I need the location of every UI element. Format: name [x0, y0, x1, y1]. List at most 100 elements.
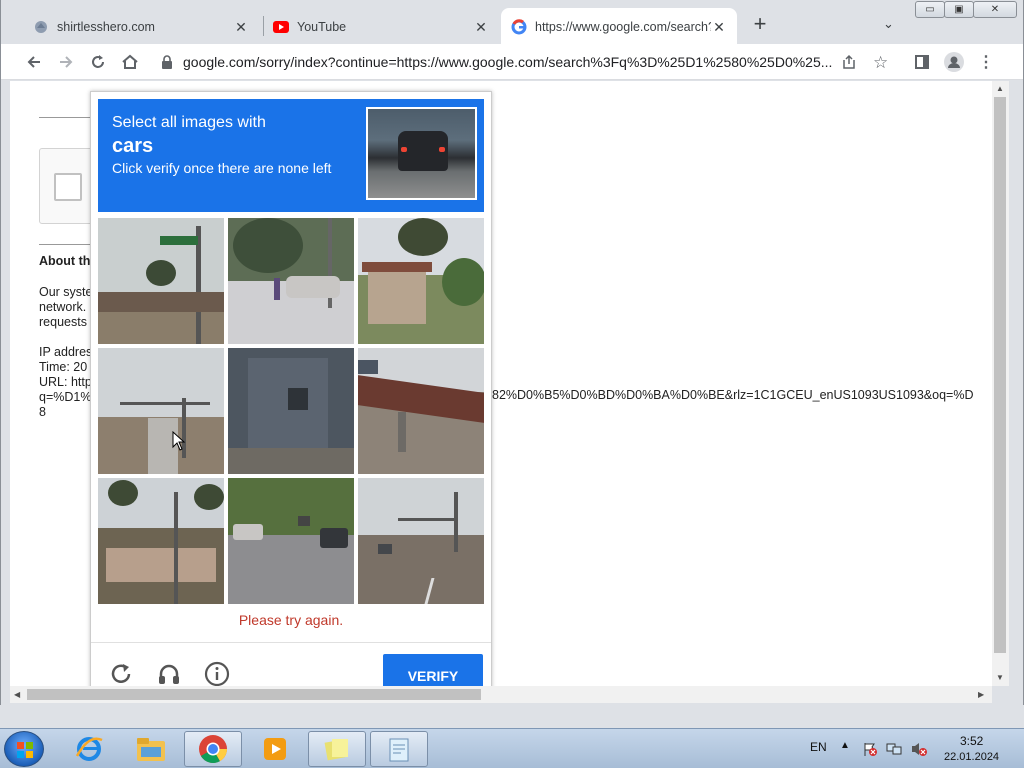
tail-light	[401, 147, 407, 152]
horizontal-scroll-thumb[interactable]	[27, 689, 481, 700]
vertical-scroll-thumb[interactable]	[994, 97, 1006, 653]
tab-search-chevron-icon[interactable]: ⌄	[883, 16, 894, 32]
scroll-down-arrow-icon[interactable]: ▼	[996, 673, 1004, 682]
window-controls: ▭ ▣ ✕	[915, 1, 1017, 18]
clock-time[interactable]: 3:52	[960, 734, 983, 748]
tail-light	[439, 147, 445, 152]
bookmark-star-icon[interactable]: ☆	[873, 53, 888, 73]
sample-car-image	[366, 107, 477, 200]
taskbar: EN ▲ 3:52 22.01.2024	[0, 728, 1024, 768]
minimize-button[interactable]: ▭	[915, 1, 945, 18]
tab-shirtlesshero[interactable]: shirtlesshero.com ✕	[23, 8, 259, 46]
profile-avatar-icon[interactable]	[943, 51, 965, 73]
tray-expand-chevron-icon[interactable]: ▲	[840, 740, 850, 751]
site-favicon-icon	[33, 19, 49, 35]
challenge-header: Select all images with cars Click verify…	[98, 99, 484, 212]
clock-date[interactable]: 22.01.2024	[944, 751, 999, 763]
side-panel-icon[interactable]	[911, 51, 933, 73]
scroll-left-arrow-icon[interactable]: ◀	[14, 690, 20, 699]
audio-challenge-headphones-icon[interactable]	[156, 661, 182, 686]
chrome-icon	[199, 735, 227, 763]
grid-tile-house-wall[interactable]	[228, 348, 354, 474]
notepad-icon	[389, 738, 409, 762]
lock-icon[interactable]	[161, 55, 173, 69]
instruction-text: Select all images with	[112, 114, 266, 131]
body-line: network.	[39, 300, 87, 314]
body-line: Our syste	[39, 285, 93, 299]
ip-address-label: IP addres	[39, 345, 93, 359]
trailing-text: 8	[39, 405, 46, 419]
instruction-subtext: Click verify once there are none left	[112, 160, 332, 176]
reload-icon[interactable]	[87, 51, 109, 73]
address-bar[interactable]: google.com/sorry/index?continue=https://…	[151, 48, 901, 76]
grid-tile-road-traffic-pole[interactable]	[98, 348, 224, 474]
grid-tile-bridge[interactable]	[358, 348, 484, 474]
tab-title: https://www.google.com/search?q=	[535, 20, 711, 34]
challenge-footer: VERIFY	[91, 642, 491, 686]
media-player-icon	[264, 738, 286, 760]
start-button[interactable]	[4, 731, 44, 767]
windows-logo-icon	[17, 742, 33, 758]
taskbar-notepad[interactable]	[370, 731, 428, 767]
reload-challenge-icon[interactable]	[108, 661, 134, 686]
recaptcha-challenge-popup: Select all images with cars Click verify…	[90, 91, 492, 686]
scroll-right-arrow-icon[interactable]: ▶	[978, 690, 984, 699]
home-icon[interactable]	[119, 51, 141, 73]
query-label: q=%D1%	[39, 390, 92, 404]
grid-tile-street-sign-palm[interactable]	[98, 218, 224, 344]
time-label: Time: 20	[39, 360, 88, 374]
network-icon[interactable]	[886, 741, 902, 762]
tab-youtube[interactable]: YouTube ✕	[263, 8, 499, 46]
language-indicator[interactable]: EN	[810, 740, 827, 754]
grid-tile-palm-house[interactable]	[358, 218, 484, 344]
mouse-cursor-icon	[172, 430, 186, 456]
grid-tile-intersection[interactable]	[358, 478, 484, 604]
new-tab-button[interactable]: +	[749, 13, 771, 36]
page-viewport: About th Our syste network. requests IP …	[10, 81, 992, 686]
url-overflow-text: 82%D0%B5%D0%BD%D0%BA%D0%BE&rlz=1C1GCEU_e…	[492, 388, 974, 402]
body-line: requests	[39, 315, 87, 329]
scroll-up-arrow-icon[interactable]: ▲	[996, 84, 1004, 93]
sticky-notes-icon	[324, 739, 348, 761]
internet-explorer-icon	[75, 737, 103, 761]
info-icon[interactable]	[204, 661, 230, 686]
grid-tile-street-cars[interactable]	[228, 478, 354, 604]
address-url[interactable]: google.com/sorry/index?continue=https://…	[183, 54, 843, 70]
close-icon[interactable]: ✕	[473, 19, 489, 36]
tab-google-search[interactable]: https://www.google.com/search?q= ✕	[501, 8, 737, 46]
about-heading: About th	[39, 254, 91, 268]
grid-tile-palm-building[interactable]	[98, 478, 224, 604]
verify-button[interactable]: VERIFY	[383, 654, 483, 686]
vertical-scrollbar[interactable]: ▲ ▼	[992, 81, 1009, 686]
menu-kebab-icon[interactable]: ⋮	[975, 51, 997, 73]
close-window-button[interactable]: ✕	[973, 1, 1017, 18]
taskbar-media-player[interactable]	[246, 731, 304, 767]
close-icon[interactable]: ✕	[711, 19, 727, 36]
taskbar-internet-explorer[interactable]	[60, 731, 118, 767]
tab-title: shirtlesshero.com	[57, 20, 155, 34]
tab-strip: shirtlesshero.com ✕ YouTube ✕ https://ww…	[1, 0, 1023, 46]
action-center-flag-icon[interactable]	[862, 741, 878, 762]
tab-title: YouTube	[297, 20, 347, 34]
google-icon	[511, 19, 527, 35]
forward-arrow-icon[interactable]	[55, 51, 77, 73]
close-icon[interactable]: ✕	[233, 19, 249, 36]
image-grid	[98, 218, 484, 604]
taskbar-sticky-notes[interactable]	[308, 731, 366, 767]
car-shape	[398, 131, 448, 171]
browser-toolbar: google.com/sorry/index?continue=https://…	[1, 44, 1023, 80]
horizontal-scrollbar[interactable]: ◀ ▶	[10, 686, 992, 703]
volume-muted-icon[interactable]	[910, 741, 928, 762]
maximize-button[interactable]: ▣	[944, 1, 974, 18]
share-icon[interactable]	[841, 54, 857, 75]
taskbar-chrome[interactable]	[184, 731, 242, 767]
taskbar-file-explorer[interactable]	[122, 731, 180, 767]
url-label: URL: http	[39, 375, 92, 389]
youtube-icon	[273, 19, 289, 35]
folder-icon	[137, 738, 165, 761]
window-bottom-border	[0, 705, 1024, 728]
grid-tile-car-on-sidewalk[interactable]	[228, 218, 354, 344]
recaptcha-checkbox[interactable]	[54, 173, 82, 201]
back-arrow-icon[interactable]	[23, 51, 45, 73]
target-object-text: cars	[112, 135, 154, 157]
